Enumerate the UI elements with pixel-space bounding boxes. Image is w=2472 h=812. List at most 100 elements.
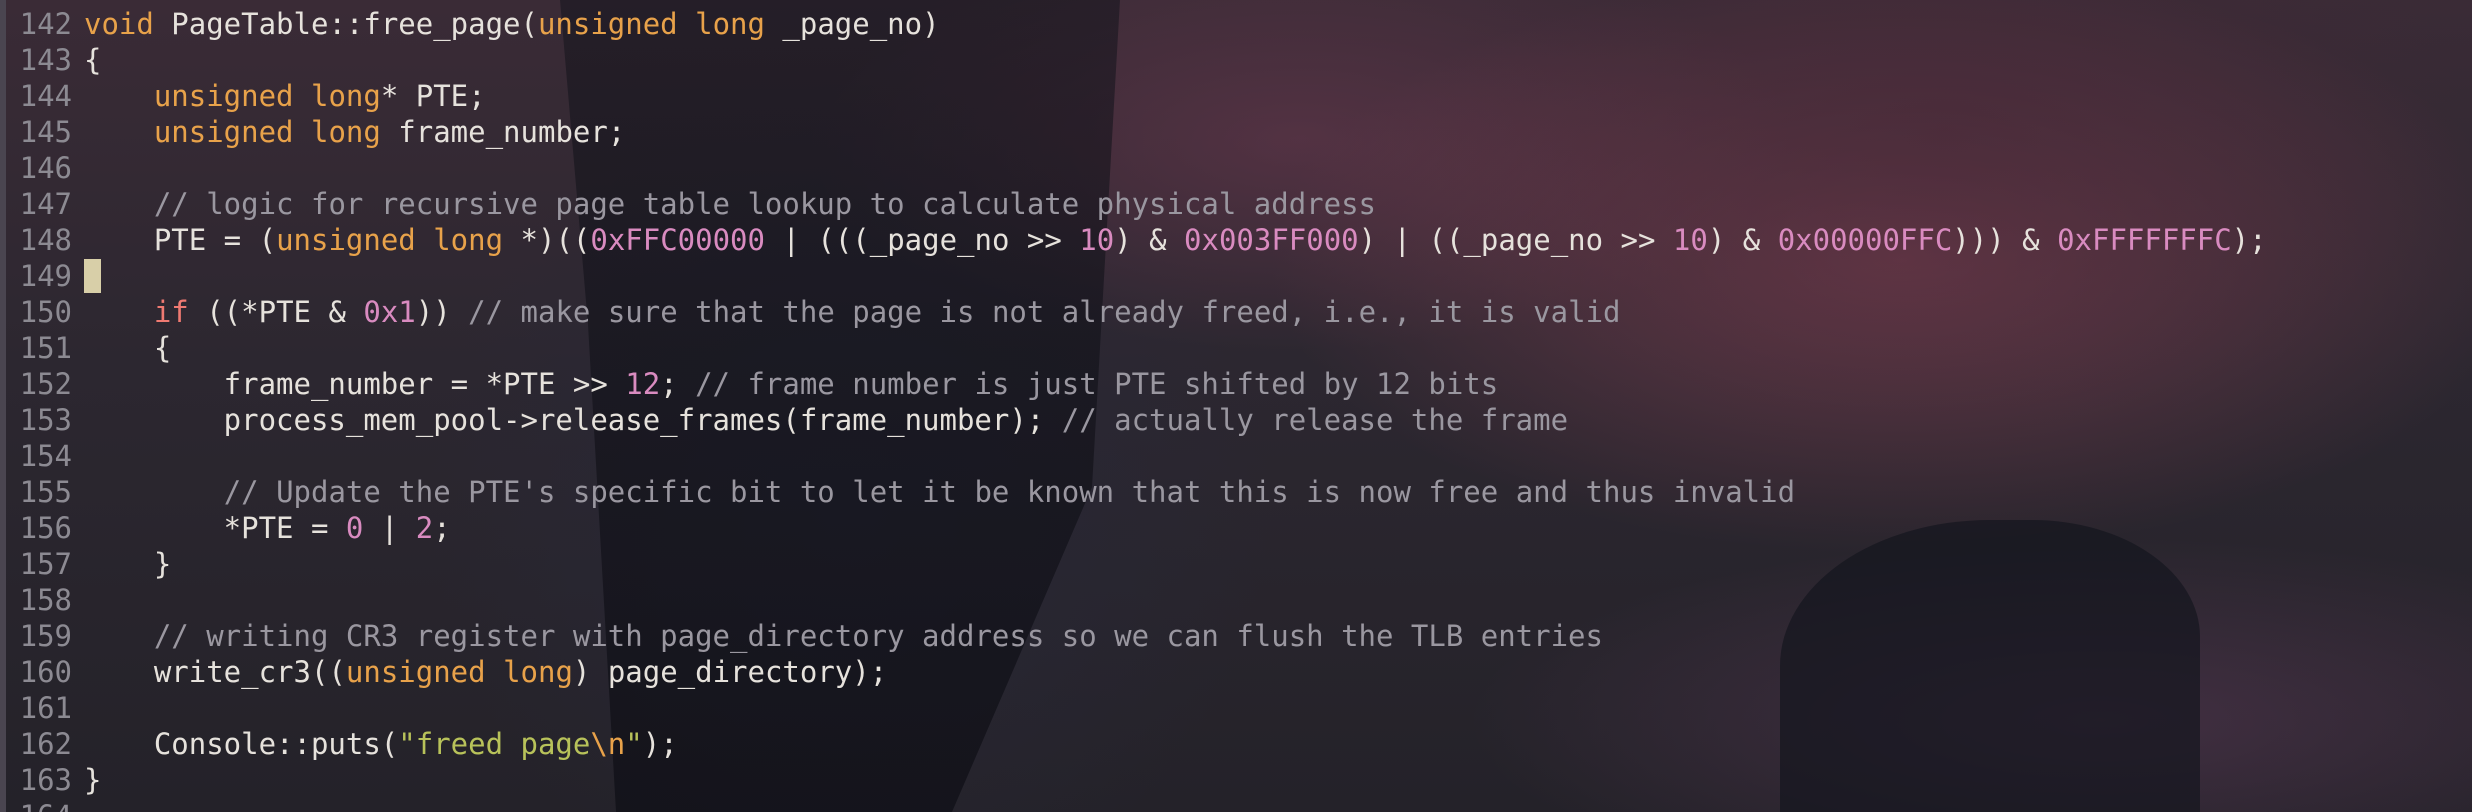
code-token: // frame number is just PTE shifted by 1… (695, 367, 1499, 401)
code-line-146[interactable]: 146 (0, 150, 2472, 186)
code-token: process_mem_pool->release_frames(frame_n… (84, 403, 1062, 437)
code-text[interactable]: // Update the PTE's specific bit to let … (84, 474, 1795, 510)
code-token: *)(( (503, 223, 591, 257)
code-token: unsigned (345, 655, 486, 689)
code-token: 0xFFC00000 (590, 223, 765, 257)
line-number: 149 (19, 259, 72, 293)
code-token: ((*PTE & (188, 295, 364, 329)
code-text[interactable]: Console::puts("freed page\n"); (84, 726, 678, 762)
code-text[interactable]: *PTE = 0 | 2; (84, 510, 451, 546)
code-line-160[interactable]: 160 write_cr3((unsigned long) page_direc… (0, 654, 2472, 690)
code-line-159[interactable]: 159 // writing CR3 register with page_di… (0, 618, 2472, 654)
code-text[interactable]: } (84, 546, 171, 582)
code-line-161[interactable]: 161 (0, 690, 2472, 726)
code-token: 10 (1672, 223, 1708, 257)
code-token: ))) & (1952, 223, 2058, 257)
code-token: // logic for recursive page table lookup… (153, 187, 1377, 221)
code-token: ) | ((_page_no >> (1358, 223, 1673, 257)
code-line-149[interactable]: 149 (0, 258, 2472, 294)
line-number: 159 (19, 619, 72, 653)
line-number: 158 (19, 583, 72, 617)
code-line-144[interactable]: 144 unsigned long* PTE; (0, 78, 2472, 114)
code-line-142[interactable]: 142 void PageTable::free_page(unsigned lo… (0, 6, 2472, 42)
line-number: 162 (19, 727, 72, 761)
code-token: { (84, 43, 102, 77)
code-token: } (84, 547, 172, 581)
code-token: ) & (1114, 223, 1185, 257)
code-text[interactable]: if ((*PTE & 0x1)) // make sure that the … (84, 294, 1621, 330)
code-token: frame_number = *PTE >> (84, 367, 626, 401)
line-number: 142 (19, 7, 72, 41)
code-token: 0x00000FFC (1777, 223, 1953, 257)
code-line-151[interactable]: 151 { (0, 330, 2472, 366)
line-number: 153 (19, 403, 72, 437)
code-token: "freed page (398, 727, 591, 761)
code-token: long (433, 223, 504, 257)
line-number: 156 (19, 511, 72, 545)
code-token: _page_no) (764, 7, 940, 41)
code-line-158[interactable]: 158 (0, 582, 2472, 618)
code-token: * PTE; (380, 79, 486, 113)
code-line-143[interactable]: 143 { (0, 42, 2472, 78)
code-token: { (84, 331, 172, 365)
line-number: 146 (19, 151, 72, 185)
code-token: | (363, 511, 416, 545)
code-line-154[interactable]: 154 (0, 438, 2472, 474)
code-text[interactable]: frame_number = *PTE >> 12; // frame numb… (84, 366, 1499, 402)
code-editor[interactable]: 142 void PageTable::free_page(unsigned lo… (0, 0, 2472, 812)
code-line-150[interactable]: 150 if ((*PTE & 0x1)) // make sure that … (0, 294, 2472, 330)
code-token: *PTE = (84, 511, 346, 545)
code-token: PageTable::free_page( (153, 7, 538, 41)
code-line-145[interactable]: 145 unsigned long frame_number; (0, 114, 2472, 150)
code-line-162[interactable]: 162 Console::puts("freed page\n"); (0, 726, 2472, 762)
code-text[interactable]: unsigned long* PTE; (84, 78, 486, 114)
line-number: 161 (19, 691, 72, 725)
code-line-164[interactable]: 164 (0, 798, 2472, 812)
code-text[interactable]: process_mem_pool->release_frames(frame_n… (84, 402, 1568, 438)
code-token: ) page_directory); (572, 655, 888, 689)
code-text[interactable]: // logic for recursive page table lookup… (84, 186, 1376, 222)
text-cursor (84, 259, 101, 293)
code-token: // make sure that the page is not alread… (468, 295, 1621, 329)
code-line-155[interactable]: 155 // Update the PTE's specific bit to … (0, 474, 2472, 510)
code-text[interactable]: write_cr3((unsigned long) page_directory… (84, 654, 887, 690)
code-token: ; (660, 367, 696, 401)
code-token: )) (415, 295, 469, 329)
code-line-163[interactable]: 163} (0, 762, 2472, 798)
code-token: // Update the PTE's specific bit to let … (223, 475, 1796, 509)
code-token: // writing CR3 register with page_direct… (153, 619, 1603, 653)
code-text[interactable]: { (84, 330, 171, 366)
code-line-156[interactable]: 156 *PTE = 0 | 2; (0, 510, 2472, 546)
code-line-153[interactable]: 153 process_mem_pool->release_frames(fra… (0, 402, 2472, 438)
code-token: " (625, 727, 643, 761)
code-token: | (((_page_no >> (764, 223, 1080, 257)
code-token: PTE = ( (84, 223, 277, 257)
code-token: unsigned (153, 79, 294, 113)
line-number: 147 (19, 187, 72, 221)
code-token: frame_number; (380, 115, 626, 149)
code-text[interactable]: } (84, 762, 101, 798)
code-line-157[interactable]: 157 } (0, 546, 2472, 582)
code-text[interactable] (84, 258, 101, 294)
code-text[interactable]: void PageTable::free_page(unsigned long … (84, 6, 940, 42)
line-number: 164 (0, 798, 72, 812)
code-text[interactable]: { (84, 42, 101, 78)
code-token: 0xFFFFFFFC (2057, 223, 2232, 257)
code-line-147[interactable]: 147 // logic for recursive page table lo… (0, 186, 2472, 222)
code-token: } (84, 763, 102, 797)
code-token: long (311, 115, 381, 149)
code-token: unsigned (537, 7, 678, 41)
line-number: 151 (19, 331, 72, 365)
line-number: 148 (19, 223, 72, 257)
code-line-152[interactable]: 152 frame_number = *PTE >> 12; // frame … (0, 366, 2472, 402)
code-line-148[interactable]: 148 PTE = (unsigned long *)((0xFFC00000 … (0, 222, 2472, 258)
code-token: 12 (625, 367, 661, 401)
code-text[interactable]: PTE = (unsigned long *)((0xFFC00000 | ((… (84, 222, 2267, 258)
line-number: 150 (19, 295, 72, 329)
code-text[interactable]: unsigned long frame_number; (84, 114, 625, 150)
code-text[interactable]: // writing CR3 register with page_direct… (84, 618, 1603, 654)
